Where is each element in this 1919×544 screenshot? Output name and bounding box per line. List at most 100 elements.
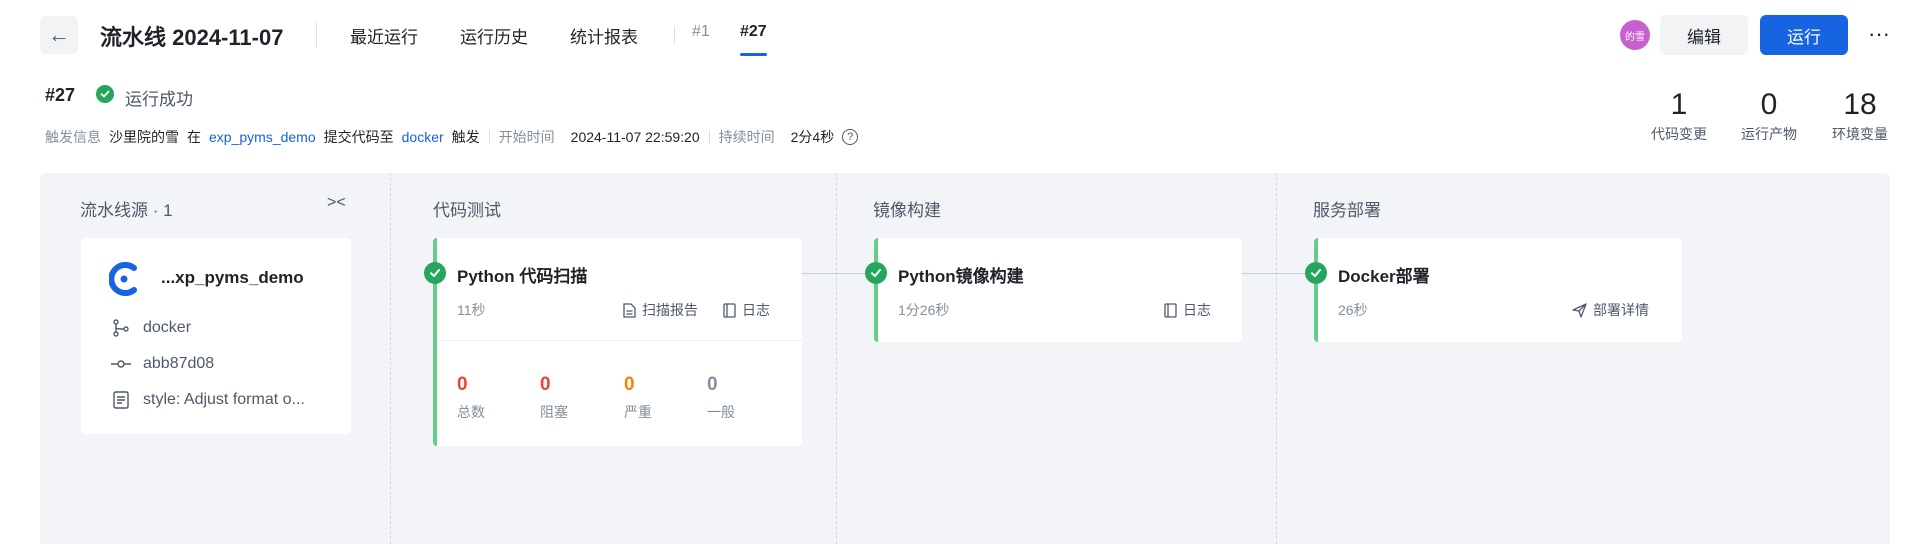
- commit-message: style: Adjust format o...: [143, 391, 305, 408]
- job-name: Python 代码扫描: [457, 267, 588, 286]
- run-tab-1[interactable]: #1: [692, 23, 710, 41]
- scan-stat-label: 总数: [457, 404, 485, 420]
- report-icon: [623, 302, 636, 318]
- scan-stat-value: 0: [540, 374, 551, 395]
- repo-logo-icon: [109, 262, 137, 296]
- trigger-suffix: 触发: [451, 129, 480, 145]
- log-link[interactable]: 日志: [723, 300, 770, 320]
- stage-connector: [1242, 273, 1314, 274]
- send-icon: [1572, 302, 1587, 318]
- stage-title-test: 代码测试: [433, 201, 501, 220]
- more-icon: ···: [1868, 21, 1890, 46]
- stat-label: 代码变更: [1651, 126, 1707, 142]
- stage-divider: [836, 173, 837, 544]
- tab-statistics[interactable]: 统计报表: [570, 23, 638, 48]
- page-title: 流水线 2024-11-07: [100, 25, 284, 50]
- document-icon: [111, 390, 131, 410]
- scan-stat-label: 阻塞: [540, 404, 568, 420]
- tab-recent-runs[interactable]: 最近运行: [350, 23, 418, 48]
- success-check-icon: [96, 85, 114, 103]
- back-button[interactable]: ←: [40, 16, 78, 54]
- collapse-icon[interactable]: ><: [327, 194, 346, 212]
- stat-label: 运行产物: [1741, 126, 1797, 142]
- avatar[interactable]: 的雪: [1620, 20, 1650, 50]
- run-status: 运行成功: [125, 90, 193, 109]
- commit-id: abb87d08: [143, 355, 215, 372]
- log-link[interactable]: 日志: [1164, 300, 1211, 320]
- stage-title-build: 镜像构建: [873, 201, 941, 220]
- start-time-label: 开始时间: [498, 129, 555, 145]
- stage-divider: [390, 173, 391, 544]
- repo-name: ...xp_pyms_demo: [161, 268, 304, 287]
- source-commit: abb87d08: [111, 354, 214, 374]
- stage-connector: [802, 273, 874, 274]
- help-icon[interactable]: ?: [842, 129, 859, 145]
- success-check-icon: [424, 262, 446, 284]
- duration-label: 持续时间: [718, 129, 775, 145]
- trigger-info: 触发信息 沙里院的雪 在 exp_pyms_demo 提交代码至 docker …: [45, 127, 859, 147]
- deploy-details-link[interactable]: 部署详情: [1572, 300, 1649, 320]
- success-check-icon: [865, 262, 887, 284]
- deploy-details-label: 部署详情: [1593, 302, 1649, 318]
- trigger-repo-link[interactable]: exp_pyms_demo: [209, 129, 316, 145]
- scan-stat-value: 0: [707, 374, 718, 395]
- stage-divider: [1276, 173, 1277, 544]
- stat-value: 0: [1760, 88, 1778, 121]
- edit-button[interactable]: 编辑: [1660, 15, 1748, 55]
- scan-stat-total: 0 总数: [457, 374, 517, 422]
- commit-icon: [111, 354, 131, 374]
- scan-stat-critical: 0 严重: [624, 374, 684, 422]
- log-label: 日志: [742, 302, 770, 318]
- scan-stat-label: 一般: [707, 404, 735, 420]
- job-card-docker-deploy[interactable]: Docker部署 26秒 部署详情: [1305, 238, 1682, 342]
- job-duration: 11秒: [457, 302, 486, 318]
- stat-artifacts[interactable]: 0 运行产物: [1727, 88, 1811, 144]
- tab-run-history[interactable]: 运行历史: [460, 23, 528, 48]
- log-icon: [1164, 302, 1177, 318]
- divider: [674, 26, 675, 44]
- job-duration: 1分26秒: [898, 302, 950, 318]
- trigger-branch-link[interactable]: docker: [402, 129, 444, 145]
- job-duration: 26秒: [1338, 302, 1368, 318]
- divider: [316, 22, 317, 48]
- job-card-image-build[interactable]: Python镜像构建 1分26秒 日志: [865, 238, 1242, 342]
- source-branch: docker: [111, 318, 191, 338]
- trigger-label: 触发信息: [45, 129, 101, 145]
- job-card-code-scan[interactable]: Python 代码扫描 11秒 扫描报告 日志 0 总数 0 阻塞 0 严重 0…: [424, 238, 802, 446]
- duration-value: 2分4秒: [790, 129, 835, 145]
- scan-stat-blocker: 0 阻塞: [540, 374, 600, 422]
- log-icon: [723, 302, 736, 318]
- stat-code-changes[interactable]: 1 代码变更: [1637, 88, 1721, 144]
- arrow-left-icon: ←: [48, 22, 70, 47]
- stat-value: 18: [1843, 88, 1877, 121]
- scan-stat-normal: 0 一般: [707, 374, 767, 422]
- log-label: 日志: [1183, 302, 1211, 318]
- stat-env-vars[interactable]: 18 环境变量: [1818, 88, 1902, 144]
- run-number: #27: [45, 85, 76, 105]
- scan-stat-label: 严重: [624, 404, 652, 420]
- run-tab-27[interactable]: #27: [740, 23, 767, 56]
- job-name: Docker部署: [1338, 267, 1430, 286]
- branch-name: docker: [143, 319, 192, 336]
- success-check-icon: [1305, 262, 1327, 284]
- start-time-value: 2024-11-07 22:59:20: [570, 129, 700, 145]
- stat-label: 环境变量: [1832, 126, 1888, 142]
- source-column-title: 流水线源 · 1: [80, 201, 173, 220]
- source-card[interactable]: ...xp_pyms_demo docker abb87d08 style: A…: [81, 238, 351, 434]
- job-name: Python镜像构建: [898, 267, 1024, 286]
- trigger-user: 沙里院的雪: [109, 129, 179, 145]
- top-bar: ← 流水线 2024-11-07 最近运行 运行历史 统计报表 #1 #27 的…: [0, 0, 1919, 70]
- branch-icon: [111, 318, 131, 338]
- scan-stat-value: 0: [457, 374, 468, 395]
- stat-value: 1: [1670, 88, 1688, 121]
- scan-report-label: 扫描报告: [642, 302, 698, 318]
- scan-report-link[interactable]: 扫描报告: [623, 300, 698, 320]
- source-message: style: Adjust format o...: [111, 390, 305, 410]
- trigger-at: 在: [187, 129, 201, 145]
- run-button[interactable]: 运行: [1760, 15, 1848, 55]
- trigger-action: 提交代码至: [323, 129, 394, 145]
- more-menu-button[interactable]: ···: [1864, 19, 1894, 49]
- divider: [488, 130, 490, 144]
- scan-stat-value: 0: [624, 374, 635, 395]
- divider: [708, 130, 710, 144]
